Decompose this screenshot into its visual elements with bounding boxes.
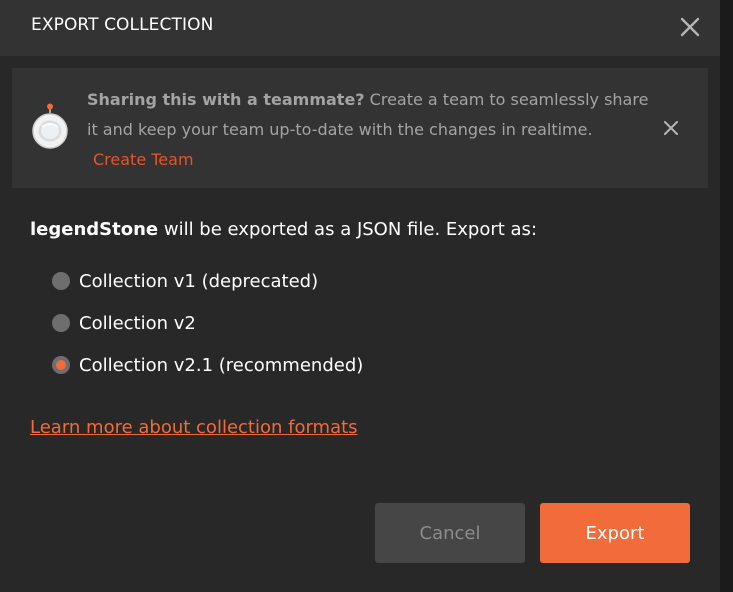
close-icon[interactable]: [661, 118, 681, 138]
modal-title: EXPORT COLLECTION: [31, 15, 214, 35]
export-button[interactable]: Export: [540, 503, 690, 563]
export-collection-modal: EXPORT COLLECTION Sharing this with a te…: [0, 0, 720, 592]
radio-button[interactable]: [52, 314, 70, 332]
collection-name: legendStone: [30, 219, 159, 240]
format-option-label: Collection v1 (deprecated): [79, 270, 319, 292]
format-option-label: Collection v2: [79, 312, 196, 334]
cancel-button[interactable]: Cancel: [375, 503, 525, 563]
team-sharing-banner: Sharing this with a teammate? Create a t…: [12, 68, 708, 188]
modal-header: EXPORT COLLECTION: [0, 0, 720, 56]
format-option-v1[interactable]: Collection v1 (deprecated): [52, 266, 318, 296]
astronaut-icon: [30, 103, 70, 151]
banner-message: Sharing this with a teammate? Create a t…: [87, 85, 652, 145]
learn-more-link[interactable]: Learn more about collection formats: [30, 417, 358, 438]
radio-button-selected[interactable]: [52, 356, 70, 374]
background-strip: [720, 0, 733, 592]
radio-button[interactable]: [52, 272, 70, 290]
format-option-v2[interactable]: Collection v2: [52, 308, 196, 338]
export-description: legendStone will be exported as a JSON f…: [30, 219, 537, 240]
create-team-link[interactable]: Create Team: [93, 145, 194, 175]
format-option-label: Collection v2.1 (recommended): [79, 354, 364, 376]
banner-title: Sharing this with a teammate?: [87, 90, 365, 109]
export-description-text: will be exported as a JSON file. Export …: [158, 219, 538, 240]
format-option-v2-1[interactable]: Collection v2.1 (recommended): [52, 350, 363, 380]
close-icon[interactable]: [676, 13, 704, 41]
